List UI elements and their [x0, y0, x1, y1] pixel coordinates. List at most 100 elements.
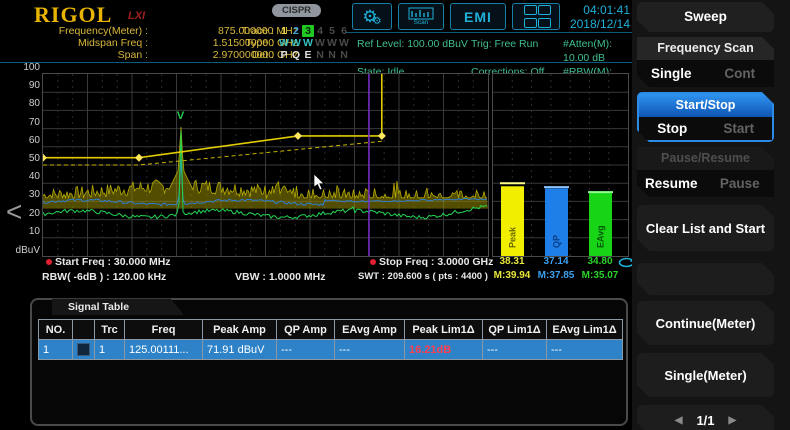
trace-info-row: Type :WWWWWW [232, 37, 357, 49]
sidebar-title: Sweep [637, 2, 774, 32]
analyzer-screen: RIGOL LXI CISPR ⚙⚙ Scan EMI 04:01:41 201… [0, 0, 790, 430]
date-label: 2018/12/14 [560, 17, 630, 31]
table-cell: --- [335, 340, 405, 360]
meter-bar-value: 37.14 [536, 256, 576, 267]
trace-indicator: N [314, 49, 326, 61]
meter-bar-max-value: M:39.94 [492, 270, 532, 281]
freq-scan-header: Frequency Scan [637, 37, 774, 60]
clock: 04:01:41 2018/12/14 [560, 3, 630, 31]
freq-scan-cont-option[interactable]: Cont [706, 66, 775, 81]
meter-bar-value: 34.80 [580, 256, 620, 267]
pause-resume-group: Pause/Resume Resume Pause [637, 147, 774, 197]
table-header-row: NO.TrcFreqPeak AmpQP AmpEAvg AmpPeak Lim… [39, 320, 623, 340]
left-chevron-icon[interactable]: < [6, 197, 22, 227]
rbw-label: RBW( -6dB ) : 120.00 kHz [42, 271, 166, 283]
table-cell: 71.91 dBuV [203, 340, 277, 360]
table-cell: --- [547, 340, 623, 360]
table-cell: --- [483, 340, 547, 360]
meter-bar-value: 38.31 [492, 256, 532, 267]
table-cell: 1 [39, 340, 73, 360]
meter-bar-label: Peak [508, 226, 518, 248]
trace-indicator: 6 [338, 25, 350, 37]
continue-meter-button[interactable]: Continue(Meter) [637, 301, 774, 345]
mouse-cursor-icon [314, 174, 324, 190]
limit-breakpoint-marker [135, 154, 143, 162]
spectrum-chart: V [42, 73, 489, 257]
y-tick-label: 80 [29, 98, 40, 109]
trace-indicator: W [314, 37, 326, 49]
signal-table-panel [30, 298, 628, 426]
meter-bar-max-value: M:37.85 [536, 270, 576, 281]
vbw-label: VBW : 1.0000 MHz [235, 271, 325, 283]
limit-breakpoint-marker [42, 154, 47, 162]
stop-freq-label: Stop Freq : 3.0000 GHz [370, 256, 493, 268]
trace-info-row: Det :PQENNN [232, 49, 357, 61]
meter-bar-label: EAvg [596, 225, 606, 248]
pause-resume-header: Pause/Resume [637, 147, 774, 170]
page-next-icon[interactable]: ▶ [729, 415, 737, 426]
y-tick-label: 60 [29, 135, 40, 146]
trace-indicator: N [326, 49, 338, 61]
y-tick-label: 40 [29, 171, 40, 182]
scan-mode-button[interactable]: Scan [398, 3, 444, 30]
time-label: 04:01:41 [560, 3, 630, 17]
start-stop-group: Start/Stop Stop Start [637, 92, 774, 142]
page-control[interactable]: ◀ 1/1 ▶ [637, 405, 774, 430]
table-cell: 16.21dB [405, 340, 483, 360]
trace-indicator: E [302, 49, 314, 61]
signal-table: NO.TrcFreqPeak AmpQP AmpEAvg AmpPeak Lim… [38, 319, 623, 360]
trace-indicator: 4 [314, 25, 326, 37]
gear-small-icon: ⚙ [373, 16, 382, 27]
table-header-cell: EAvg Lim1Δ [547, 320, 623, 340]
table-header-cell: Peak Lim1Δ [405, 320, 483, 340]
limit-breakpoint-marker [378, 132, 386, 140]
trig-label: Trig: Free Run [471, 37, 563, 65]
resume-option[interactable]: Resume [637, 176, 706, 191]
start-freq-label: Start Freq : 30.000 MHz [46, 256, 171, 268]
trace-indicator: W [326, 37, 338, 49]
start-option[interactable]: Start [706, 121, 773, 136]
row-checkbox[interactable] [77, 343, 90, 356]
limit-line-solid [43, 73, 382, 158]
signal-table-row[interactable]: 11125.00111...71.91 dBuV------16.21dB---… [39, 340, 623, 360]
trace-indicator: 1 [278, 25, 290, 37]
stop-freq-dot-icon [370, 259, 376, 265]
table-cell: 125.00111... [125, 340, 203, 360]
emi-mode-button[interactable]: EMI [450, 3, 506, 30]
table-cell: --- [277, 340, 335, 360]
table-header-cell: EAvg Amp [335, 320, 405, 340]
limit-line-dashed [43, 141, 382, 165]
clear-list-and-start-button[interactable]: Clear List and Start [637, 205, 774, 251]
ref-level-label: Ref Level: 100.00 dBuV [357, 37, 471, 65]
y-tick-label: 10 [29, 226, 40, 237]
table-header-cell: NO. [39, 320, 73, 340]
trace-indicator: 5 [326, 25, 338, 37]
meter-bar-max-value: M:35.07 [580, 270, 620, 281]
trace-indicator: W [338, 37, 350, 49]
empty-softkey-button[interactable] [637, 263, 774, 295]
table-header-cell: QP Amp [277, 320, 335, 340]
trace-indicator: W [290, 37, 302, 49]
swt-label: SWT : 209.600 s ( pts : 4400 ) [358, 271, 488, 282]
signal-table-tab[interactable]: Signal Table [52, 298, 184, 315]
pause-option[interactable]: Pause [706, 176, 775, 191]
start-stop-header: Start/Stop [639, 94, 772, 117]
table-header-cell: Peak Amp [203, 320, 277, 340]
single-meter-button[interactable]: Single(Meter) [637, 353, 774, 397]
settings-button[interactable]: ⚙⚙ [352, 3, 392, 30]
grid-icon [524, 5, 549, 28]
table-header-cell: Freq [125, 320, 203, 340]
sidebar-menu: Sweep Frequency Scan Single Cont Start/S… [632, 0, 790, 430]
atten-label: #Atten(M): 10.00 dB [563, 37, 631, 65]
page-prev-icon[interactable]: ◀ [675, 415, 683, 426]
freq-scan-single-option[interactable]: Single [637, 66, 706, 81]
layout-button[interactable] [512, 3, 560, 30]
y-tick-label: 20 [29, 208, 40, 219]
lxi-logo: LXI [128, 10, 145, 22]
cispr-badge: CISPR [272, 4, 321, 17]
meter-bar-chart: PeakQPEAvg [492, 73, 629, 257]
table-cell [73, 340, 95, 360]
trace-indicator: 2 [290, 25, 302, 37]
y-tick-label: 90 [29, 80, 40, 91]
stop-option[interactable]: Stop [639, 121, 706, 136]
